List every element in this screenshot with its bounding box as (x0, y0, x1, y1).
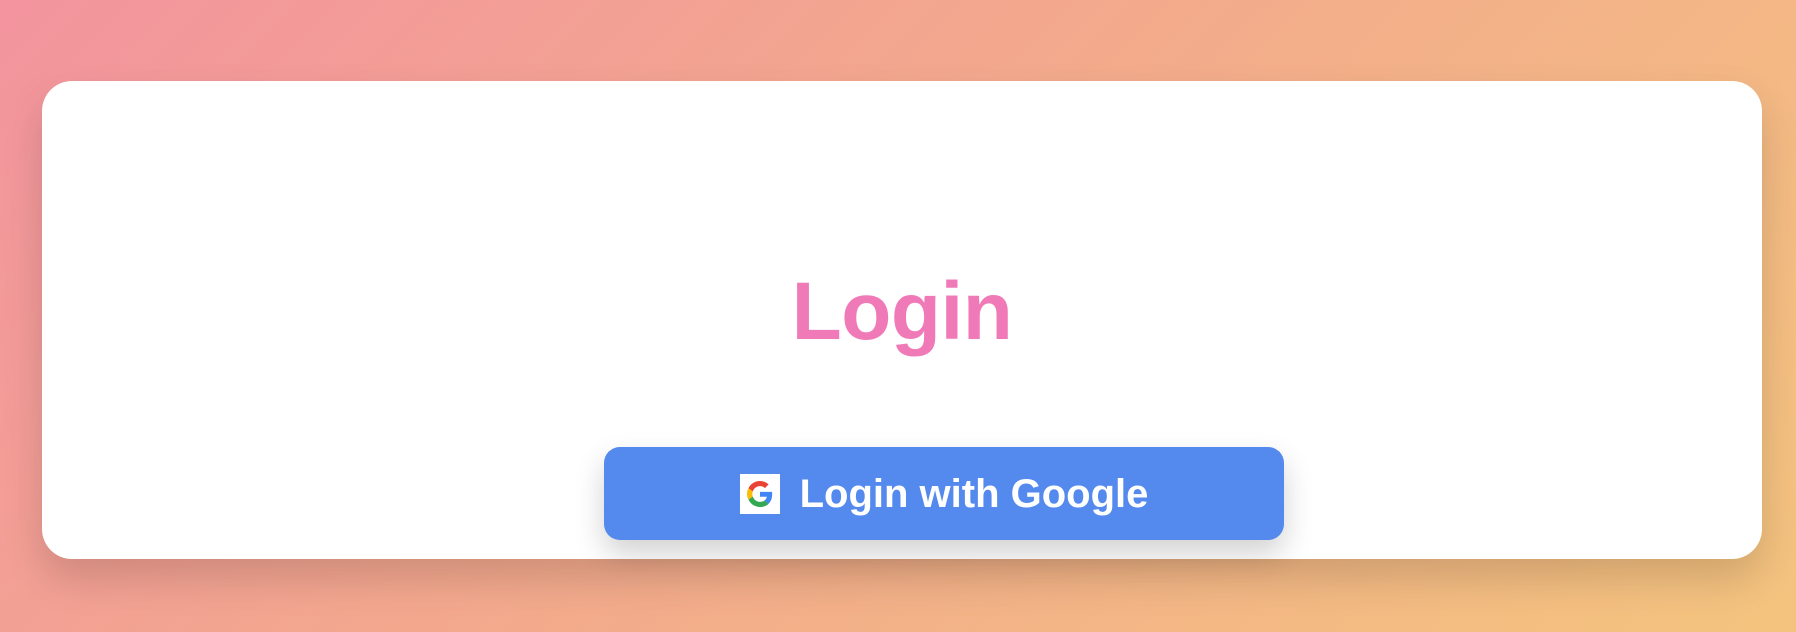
page-title: Login (791, 266, 1013, 357)
login-with-google-button[interactable]: Login with Google (604, 447, 1284, 540)
login-card: Login Login with Google (42, 81, 1762, 559)
google-icon (739, 473, 780, 514)
login-button-label: Login with Google (799, 471, 1149, 516)
